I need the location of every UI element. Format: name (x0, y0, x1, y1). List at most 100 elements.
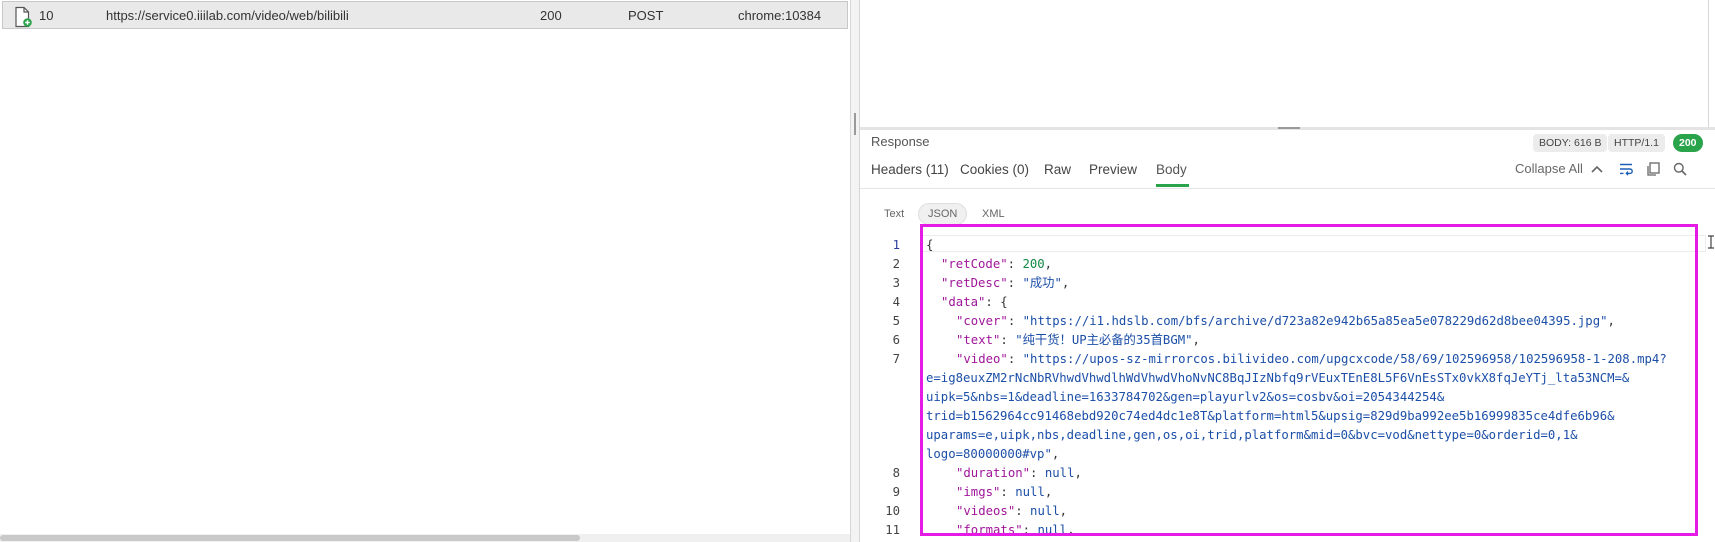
code-text: "retCode": 200, (941, 255, 1052, 274)
code-token: "video" (956, 352, 1008, 366)
code-token: : (1007, 352, 1023, 366)
request-panel (860, 0, 1709, 127)
request-id: 10 (39, 8, 54, 23)
code-line: 6 "text": "纯干货！UP主必备的35首BGM", (860, 331, 1715, 350)
code-token: null (1037, 523, 1068, 537)
code-token: "formats" (956, 523, 1023, 537)
code-text: "retDesc": "成功", (941, 274, 1069, 293)
code-line: uipk=5&nbs=1&deadline=1633784702&gen=pla… (860, 388, 1715, 407)
code-token: , (1074, 466, 1082, 480)
line-number: 7 (892, 352, 900, 366)
response-title: Response (871, 134, 930, 149)
code-text: "formats": null, (956, 521, 1074, 540)
code-text: "imgs": null, (956, 483, 1052, 502)
code-token: : (1007, 314, 1023, 328)
line-number: 4 (892, 295, 900, 309)
code-token: "retDesc" (941, 276, 1008, 290)
line-number: 11 (885, 523, 900, 537)
line-number: 6 (892, 333, 900, 347)
chevron-up-icon[interactable] (1590, 163, 1604, 175)
format-xml[interactable]: XML (973, 203, 1014, 225)
code-text: e=ig8euxZM2rNcNbRVhwdVhwdlhWdVhwdVhoNvNC… (926, 369, 1629, 388)
code-token: , (1059, 504, 1068, 518)
code-line: 1{ (860, 236, 1715, 255)
tab-headers[interactable]: Headers (11) (871, 162, 949, 177)
json-code-viewer[interactable]: 1{ 2 "retCode": 200, 3 "retDesc": "成功", 4 "dat… (860, 233, 1715, 542)
code-token: null (1044, 466, 1075, 480)
code-token: "imgs" (956, 485, 1001, 499)
request-url: https://service0.iiilab.com/video/web/bi… (106, 8, 349, 23)
code-text: trid=b1562964cc91468ebd920c74ed4dc1e8T&p… (926, 407, 1615, 426)
code-token: : (1022, 523, 1038, 537)
code-token: "duration" (956, 466, 1031, 480)
scrollbar-thumb[interactable] (0, 535, 580, 541)
inspector-pane: Response BODY: 616 B HTTP/1.1 200 Header… (860, 0, 1715, 542)
code-token: trid=b1562964cc91468ebd920c74ed4dc1e8T&p… (926, 409, 1615, 423)
tab-cookies[interactable]: Cookies (0) (960, 162, 1029, 177)
code-token: , (1607, 314, 1615, 328)
code-text: { (926, 236, 933, 255)
code-line: 3 "retDesc": "成功", (860, 274, 1715, 293)
body-size-badge: BODY: 616 B (1533, 134, 1608, 152)
horizontal-splitter-grip-icon[interactable] (1278, 127, 1300, 129)
code-line: 4 "data": { (860, 293, 1715, 312)
line-number: 9 (892, 485, 900, 499)
code-line: 9 "imgs": null, (860, 483, 1715, 502)
code-line: 7 "video": "https://upos-sz-mirrorcos.bil… (860, 350, 1715, 369)
request-process: chrome:10384 (738, 8, 822, 23)
code-token: : (1000, 485, 1016, 499)
tab-body[interactable]: Body (1156, 162, 1187, 177)
format-text[interactable]: Text (875, 203, 913, 225)
code-token: null (1015, 485, 1045, 499)
code-token: { (926, 238, 934, 252)
format-json[interactable]: JSON (918, 203, 968, 225)
code-token: "text" (956, 333, 1001, 347)
code-text: "data": { (941, 293, 1008, 312)
code-token: "纯干货！UP主必备的35首BGM" (1015, 333, 1193, 347)
code-token: 200 (1022, 257, 1045, 271)
code-token: : { (985, 295, 1008, 309)
code-token: "data" (941, 295, 986, 309)
search-icon[interactable] (1672, 161, 1688, 177)
code-token: "retCode" (941, 257, 1008, 271)
copy-icon[interactable] (1645, 161, 1661, 177)
line-number: 5 (892, 314, 900, 328)
code-line: uparams=e,uipk,nbs,deadline,gen,os,oi,tr… (860, 426, 1715, 445)
line-number: 3 (892, 276, 900, 290)
code-token: : (1015, 504, 1031, 518)
code-line: 11 "formats": null, (860, 521, 1715, 540)
collapse-all-button[interactable]: Collapse All (1515, 161, 1583, 176)
session-list-pane: 10 https://service0.iiilab.com/video/web… (0, 0, 850, 542)
code-line: 2 "retCode": 200, (860, 255, 1715, 274)
code-token: null (1030, 504, 1060, 518)
word-wrap-icon[interactable] (1618, 161, 1634, 177)
code-text: logo=80000000#vp", (926, 445, 1059, 464)
code-token: , (1061, 276, 1070, 290)
pane-splitter[interactable] (850, 0, 860, 542)
line-number: 2 (892, 257, 900, 271)
code-token: "https://upos-sz-mirrorcos.bilivideo.com… (1022, 352, 1667, 366)
tab-raw[interactable]: Raw (1044, 162, 1071, 177)
code-token: : (1000, 333, 1016, 347)
horizontal-scrollbar[interactable] (0, 534, 850, 542)
splitter-grip-icon[interactable] (854, 113, 856, 135)
code-token: , (1044, 257, 1053, 271)
code-token: uparams=e,uipk,nbs,deadline,gen,os,oi,tr… (926, 428, 1578, 442)
code-token: : (1030, 466, 1045, 480)
code-text: "duration": null, (956, 464, 1082, 483)
code-line: 10 "videos": null, (860, 502, 1715, 521)
code-token: , (1192, 333, 1200, 347)
code-token: , (1044, 485, 1053, 499)
code-text: "videos": null, (956, 502, 1067, 521)
code-token: : (1007, 276, 1023, 290)
code-token: , (1051, 447, 1060, 461)
code-token: "https://i1.hdslb.com/bfs/archive/d723a8… (1022, 314, 1608, 328)
request-row[interactable]: 10 https://service0.iiilab.com/video/web… (2, 1, 848, 29)
code-token: : (1007, 257, 1023, 271)
code-lines: 1{ 2 "retCode": 200, 3 "retDesc": "成功", 4 "dat… (860, 236, 1715, 540)
code-token: e=ig8euxZM2rNcNbRVhwdVhwdlhWdVhwdVhoNvNC… (926, 371, 1630, 385)
code-text: uparams=e,uipk,nbs,deadline,gen,os,oi,tr… (926, 426, 1578, 445)
line-number: 10 (885, 504, 900, 518)
protocol-badge: HTTP/1.1 (1608, 134, 1665, 152)
tab-preview[interactable]: Preview (1089, 162, 1137, 177)
